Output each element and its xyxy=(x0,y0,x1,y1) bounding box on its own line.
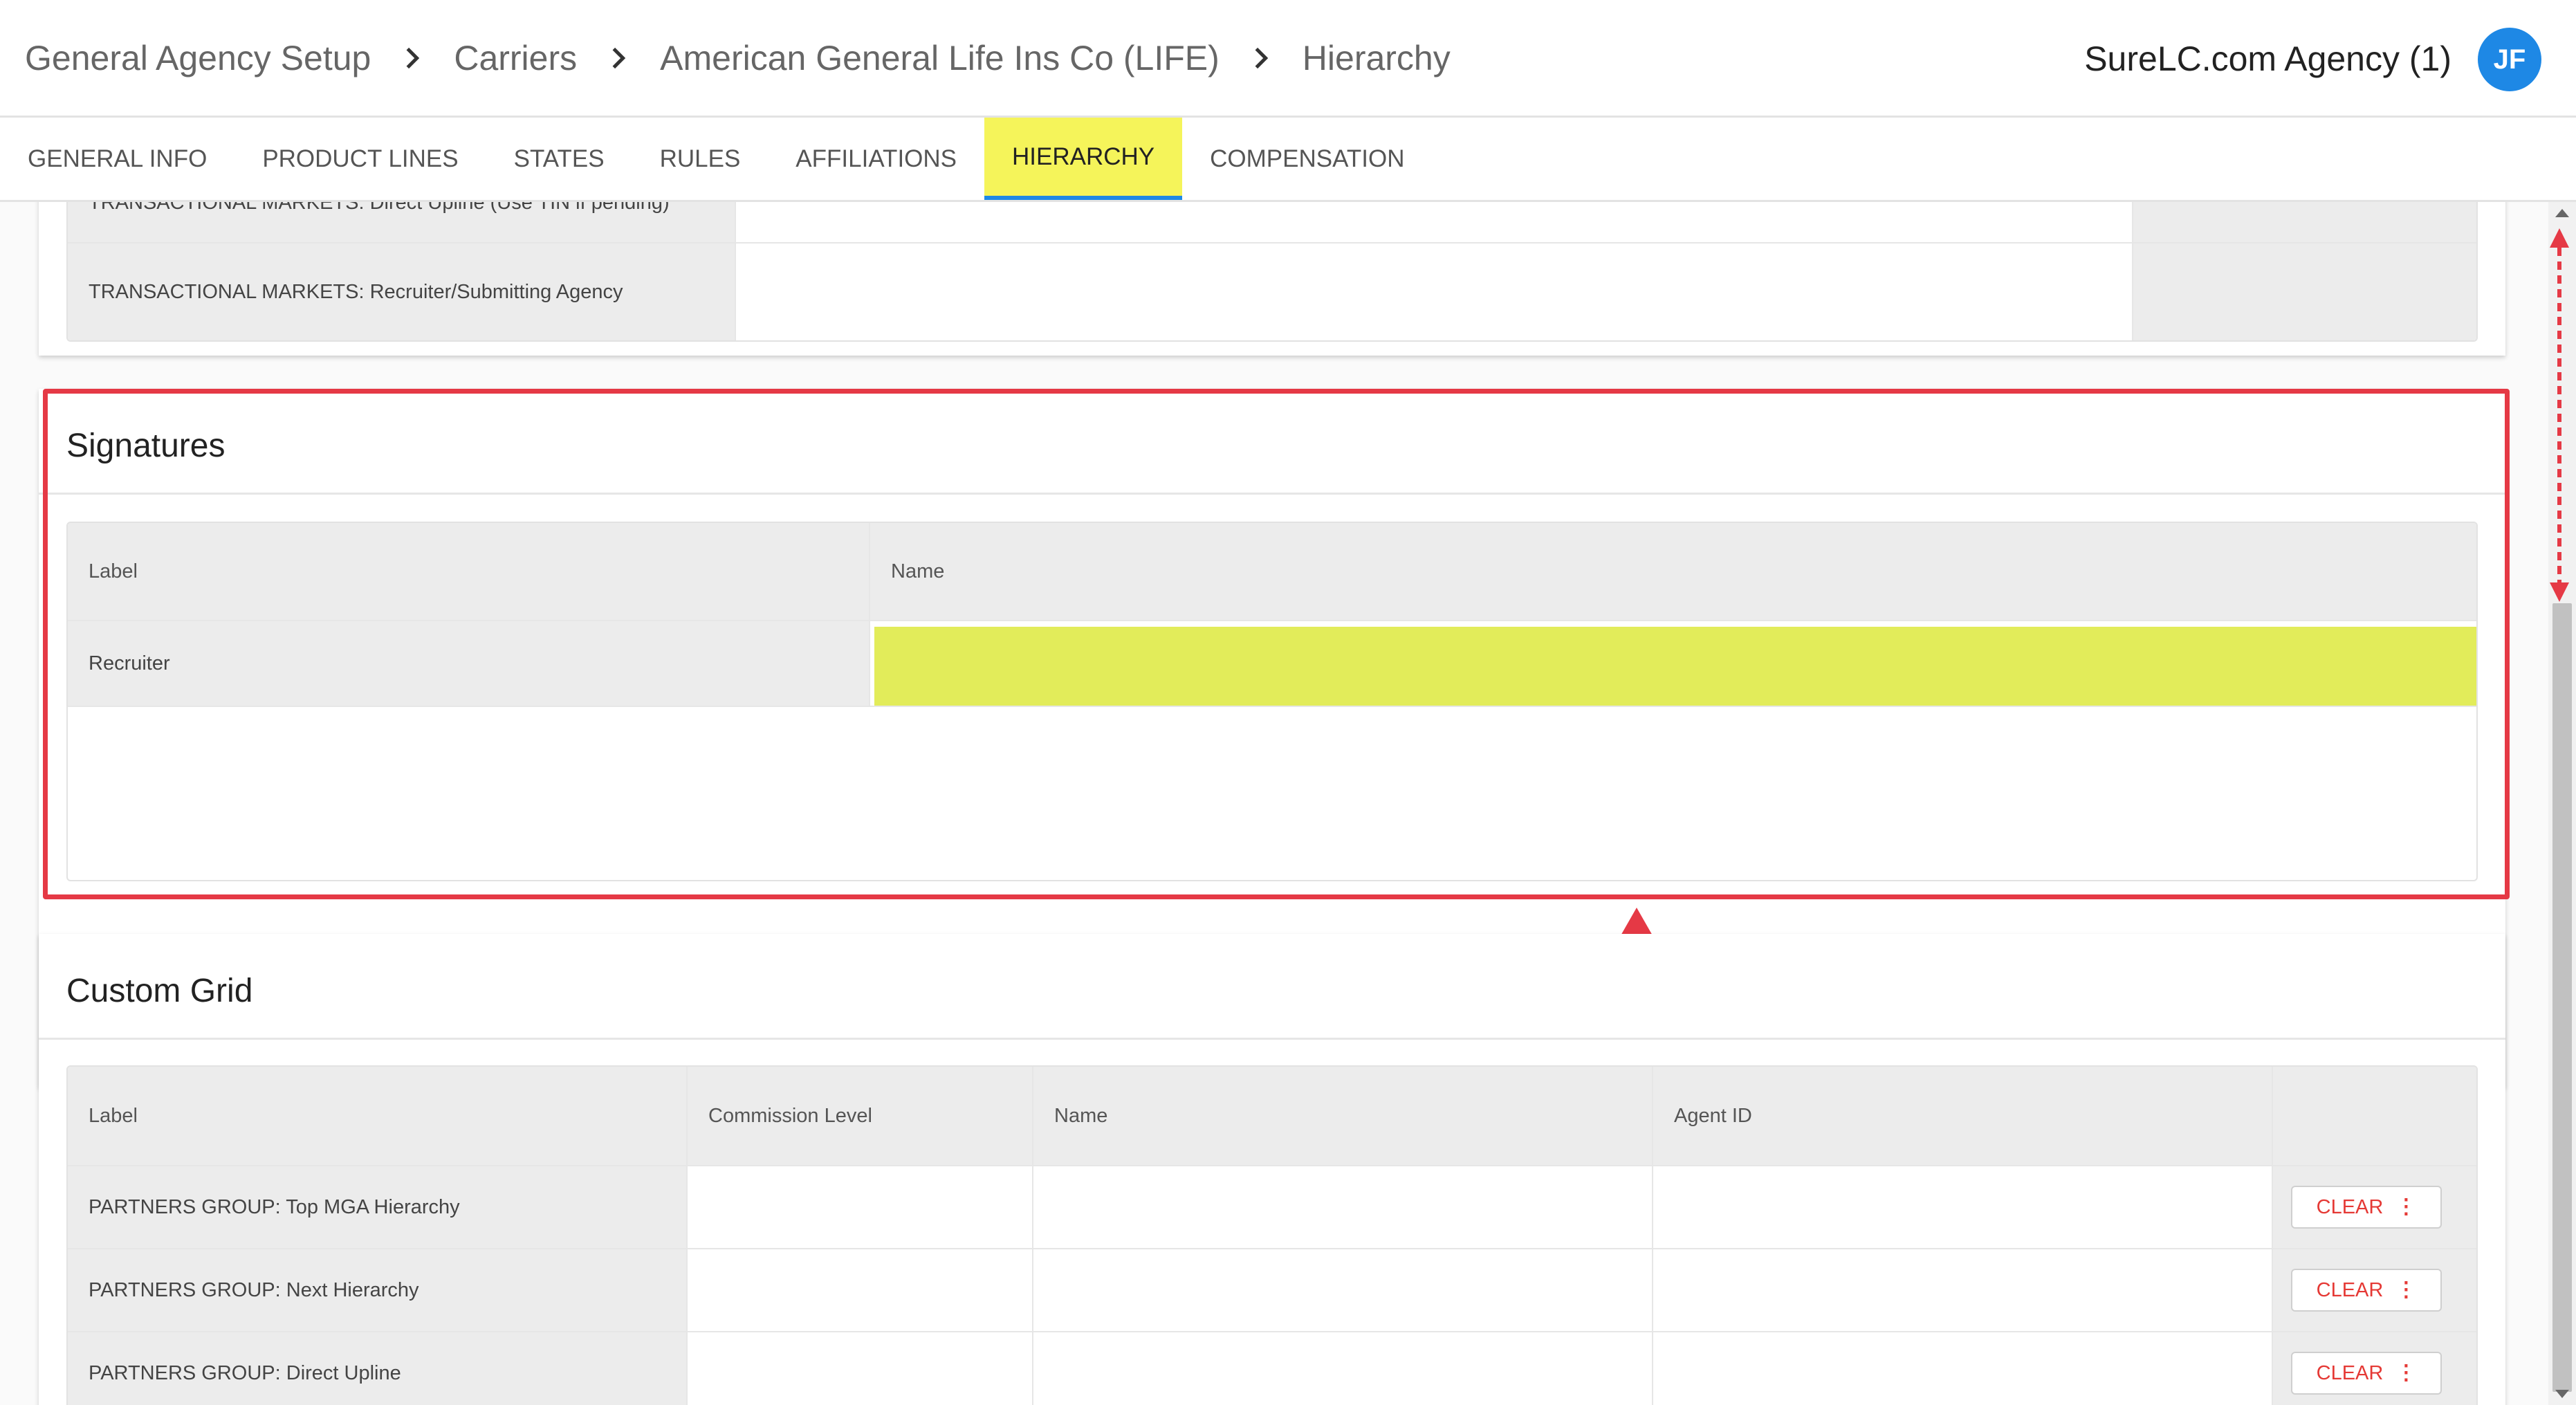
column-header-label: Label xyxy=(68,1067,688,1165)
hierarchy-card: TRANSACTIONAL MARKETS: Direct Upline (Us… xyxy=(39,202,2505,356)
more-vertical-icon: ⋮ xyxy=(2395,1278,2417,1301)
row-label: PARTNERS GROUP: Next Hierarchy xyxy=(68,1249,688,1331)
clear-button-label: CLEAR xyxy=(2316,1195,2384,1218)
content-area: TRANSACTIONAL MARKETS: Direct Upline (Us… xyxy=(0,202,2576,1405)
tab-affiliations[interactable]: AFFILIATIONS xyxy=(768,118,984,200)
clear-button-label: CLEAR xyxy=(2316,1278,2384,1301)
breadcrumb-general-agency-setup[interactable]: General Agency Setup xyxy=(25,38,371,78)
row-label: PARTNERS GROUP: Direct Upline xyxy=(68,1332,688,1405)
custom-grid-table: Label Commission Level Name Agent ID PAR… xyxy=(66,1065,2478,1405)
table-row: TRANSACTIONAL MARKETS: Recruiter/Submitt… xyxy=(68,244,2476,340)
top-header: General Agency Setup Carriers American G… xyxy=(0,0,2576,118)
breadcrumb-carriers[interactable]: Carriers xyxy=(454,38,577,78)
table-header-row: Label Commission Level Name Agent ID xyxy=(68,1067,2476,1166)
clear-button[interactable]: CLEAR ⋮ xyxy=(2291,1352,2442,1395)
scroll-up-arrow-icon[interactable] xyxy=(2555,209,2569,217)
name-cell[interactable] xyxy=(1033,1249,1653,1331)
row-label: TRANSACTIONAL MARKETS: Direct Upline (Us… xyxy=(68,202,736,242)
agency-name: SureLC.com Agency (1) xyxy=(2084,39,2451,78)
table-row: PARTNERS GROUP: Top MGA Hierarchy CLEAR … xyxy=(68,1166,2476,1249)
tab-general-info[interactable]: GENERAL INFO xyxy=(0,118,234,200)
commission-level-cell[interactable] xyxy=(688,1166,1033,1248)
scroll-thumb[interactable] xyxy=(2552,603,2572,1392)
agent-id-cell[interactable] xyxy=(1653,1332,2273,1405)
name-cell[interactable] xyxy=(1033,1332,1653,1405)
table-row: TRANSACTIONAL MARKETS: Direct Upline (Us… xyxy=(68,202,2476,244)
action-cell: CLEAR ⋮ xyxy=(2273,1166,2476,1248)
scroll-annotation-arrow-icon xyxy=(2550,228,2569,602)
hierarchy-grid: TRANSACTIONAL MARKETS: Direct Upline (Us… xyxy=(66,202,2478,342)
custom-grid-title: Custom Grid xyxy=(66,973,253,1009)
column-header-actions xyxy=(2273,1067,2476,1165)
tab-hierarchy[interactable]: HIERARCHY xyxy=(984,118,1183,200)
tab-rules[interactable]: RULES xyxy=(632,118,769,200)
tab-bar: GENERAL INFO PRODUCT LINES STATES RULES … xyxy=(0,118,2576,202)
name-cell[interactable] xyxy=(736,244,2133,340)
tab-product-lines[interactable]: PRODUCT LINES xyxy=(234,118,486,200)
clear-button[interactable]: CLEAR ⋮ xyxy=(2291,1269,2442,1312)
column-header-name: Name xyxy=(1033,1067,1653,1165)
clear-button[interactable]: CLEAR ⋮ xyxy=(2291,1186,2442,1229)
row-label: TRANSACTIONAL MARKETS: Recruiter/Submitt… xyxy=(68,244,736,340)
name-cell[interactable] xyxy=(736,202,2133,242)
user-avatar[interactable]: JF xyxy=(2478,28,2541,91)
chevron-right-icon xyxy=(1220,44,1303,72)
column-header-agent-id: Agent ID xyxy=(1653,1067,2273,1165)
action-cell: CLEAR ⋮ xyxy=(2273,1249,2476,1331)
more-vertical-icon: ⋮ xyxy=(2395,1195,2417,1218)
more-vertical-icon: ⋮ xyxy=(2395,1361,2417,1384)
scroll-down-arrow-icon[interactable] xyxy=(2555,1390,2569,1398)
commission-level-cell[interactable] xyxy=(688,1249,1033,1331)
app-window: General Agency Setup Carriers American G… xyxy=(0,0,2576,1405)
column-header-commission-level: Commission Level xyxy=(688,1067,1033,1165)
clear-button-label: CLEAR xyxy=(2316,1361,2384,1384)
breadcrumb-carrier[interactable]: American General Life Ins Co (LIFE) xyxy=(660,38,1220,78)
tab-states[interactable]: STATES xyxy=(486,118,632,200)
chevron-right-icon xyxy=(577,44,660,72)
row-label: PARTNERS GROUP: Top MGA Hierarchy xyxy=(68,1166,688,1248)
breadcrumb-hierarchy: Hierarchy xyxy=(1302,38,1451,77)
table-row: PARTNERS GROUP: Direct Upline CLEAR ⋮ xyxy=(68,1332,2476,1405)
name-cell[interactable] xyxy=(1033,1166,1653,1248)
card-divider xyxy=(39,1038,2505,1040)
agent-id-cell[interactable] xyxy=(1653,1166,2273,1248)
commission-level-cell[interactable] xyxy=(688,1332,1033,1405)
action-cell xyxy=(2133,202,2476,242)
custom-grid-card: Custom Grid Label Commission Level Name … xyxy=(39,934,2505,1405)
action-cell: CLEAR ⋮ xyxy=(2273,1332,2476,1405)
tab-compensation[interactable]: COMPENSATION xyxy=(1182,118,1432,200)
annotation-highlight-box xyxy=(43,389,2510,899)
agent-id-cell[interactable] xyxy=(1653,1249,2273,1331)
table-row: PARTNERS GROUP: Next Hierarchy CLEAR ⋮ xyxy=(68,1249,2476,1332)
chevron-right-icon xyxy=(371,44,454,72)
action-cell xyxy=(2133,244,2476,340)
